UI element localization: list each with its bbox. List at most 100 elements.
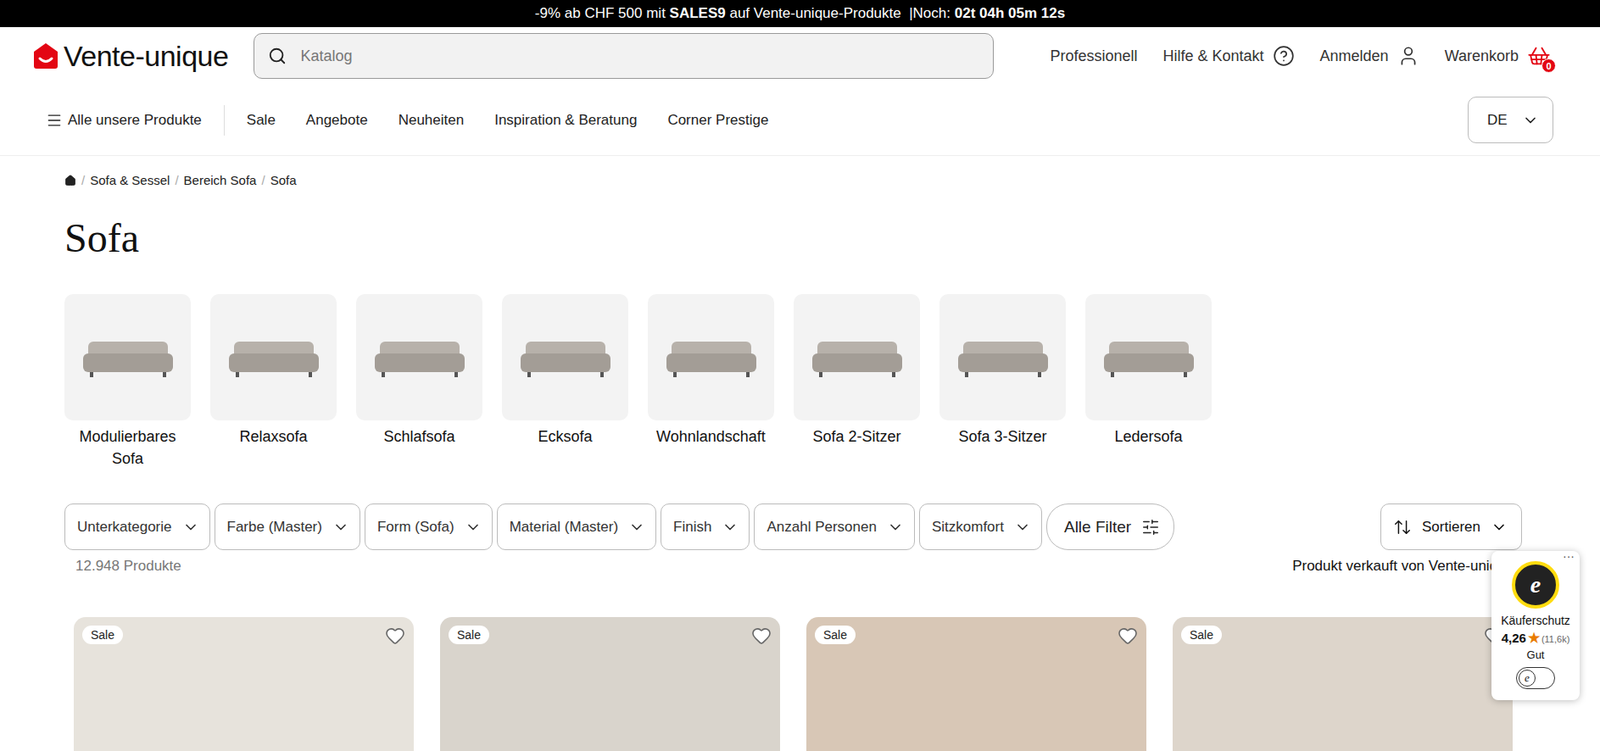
star-icon: ★ bbox=[1527, 629, 1540, 647]
content: /Sofa & Sessel/Bereich Sofa/SofaSofaModu… bbox=[0, 156, 1600, 751]
nav-item[interactable]: Inspiration & Beratung bbox=[494, 111, 637, 129]
category-image bbox=[210, 294, 337, 421]
review-count: (11,6k) bbox=[1541, 634, 1570, 645]
category-tile[interactable]: Ledersofa bbox=[1085, 294, 1212, 470]
filter-button[interactable]: Unterkategorie bbox=[64, 503, 211, 551]
category-image bbox=[64, 294, 191, 421]
home-icon[interactable] bbox=[64, 174, 77, 187]
search-field[interactable]: Katalog bbox=[253, 33, 994, 79]
sofa-image bbox=[664, 336, 759, 380]
filter-button[interactable]: Finish bbox=[660, 503, 750, 551]
trust-toggle[interactable]: e bbox=[1516, 667, 1556, 690]
sort-icon bbox=[1393, 518, 1412, 537]
favorite-button[interactable] bbox=[1117, 625, 1138, 647]
product-count: 12.948 Produkte bbox=[75, 557, 182, 576]
trust-seal-icon: e bbox=[1511, 561, 1560, 609]
product-card[interactable]: Sale bbox=[1172, 617, 1513, 751]
category-label: Wohnlandschaft bbox=[656, 425, 766, 448]
logo[interactable]: Vente-unique bbox=[33, 39, 229, 73]
sliders-icon bbox=[1141, 518, 1160, 537]
page: -9% ab CHF 500 mit SALES9 auf Vente-uniq… bbox=[0, 0, 1600, 751]
all-products-menu[interactable]: Alle unsere Produkte bbox=[45, 105, 225, 136]
search-icon bbox=[267, 46, 287, 66]
header-link[interactable]: Professionell bbox=[1049, 47, 1138, 66]
trust-rating: 4,26★(11,6k) bbox=[1501, 629, 1571, 647]
category-tile[interactable]: Wohnlandschaft bbox=[647, 294, 775, 470]
logo-icon bbox=[33, 42, 59, 70]
filter-button[interactable]: Sitzkomfort bbox=[919, 503, 1043, 551]
breadcrumb-separator: / bbox=[174, 172, 179, 189]
user-icon bbox=[1397, 44, 1420, 67]
breadcrumb-item[interactable]: Bereich Sofa bbox=[183, 172, 257, 189]
chevron-down-icon bbox=[628, 518, 646, 536]
category-tile[interactable]: Schlafsofa bbox=[356, 294, 483, 470]
favorite-button[interactable] bbox=[384, 625, 406, 647]
category-image bbox=[501, 294, 629, 421]
category-list: Modulierbares Sofa Relaxsofa Schlafsofa Eck… bbox=[64, 294, 1522, 470]
breadcrumb-item[interactable]: Sofa bbox=[270, 172, 297, 189]
nav-item[interactable]: Sale bbox=[246, 111, 276, 129]
breadcrumb-item[interactable]: Sofa & Sessel bbox=[89, 172, 170, 189]
product-card[interactable]: Sale bbox=[440, 617, 781, 751]
category-label: Modulierbares Sofa bbox=[64, 425, 191, 470]
chevron-down-icon bbox=[182, 518, 200, 536]
trusted-shops-widget[interactable]: ···eKäuferschutz4,26★(11,6k)Gute bbox=[1491, 551, 1580, 701]
banner-text: auf Vente-unique-Produkte bbox=[725, 5, 906, 23]
nav-item[interactable]: Corner Prestige bbox=[667, 111, 769, 129]
chevron-down-icon bbox=[1521, 111, 1539, 129]
banner-text: 02t 04h 05m 12s bbox=[954, 5, 1065, 23]
banner-text: |Noch: bbox=[904, 5, 954, 23]
header-link[interactable]: Anmelden bbox=[1320, 44, 1420, 67]
category-image bbox=[939, 294, 1066, 421]
sale-badge: Sale bbox=[814, 625, 856, 645]
chevron-down-icon bbox=[1490, 518, 1508, 536]
category-label: Sofa 2-Sitzer bbox=[812, 425, 901, 448]
header-link[interactable]: Warenkorb0 bbox=[1444, 44, 1551, 68]
banner-text: -9% ab CHF 500 mit bbox=[535, 5, 670, 23]
header-link[interactable]: Hilfe & Kontakt bbox=[1163, 44, 1295, 67]
help-icon bbox=[1272, 44, 1295, 67]
nav-item[interactable]: Angebote bbox=[306, 111, 368, 129]
category-tile[interactable]: Modulierbares Sofa bbox=[64, 294, 191, 470]
category-label: Ledersofa bbox=[1114, 425, 1182, 448]
header-links: Professionell Hilfe & Kontakt Anmelden Ware… bbox=[1049, 44, 1551, 68]
breadcrumb: /Sofa & Sessel/Bereich Sofa/Sofa bbox=[64, 156, 1522, 189]
filter-button[interactable]: Farbe (Master) bbox=[214, 503, 361, 551]
widget-menu[interactable]: ··· bbox=[1562, 549, 1575, 564]
sofa-image bbox=[227, 336, 321, 380]
product-grid: SaleSaleSaleSale bbox=[64, 617, 1522, 751]
category-image bbox=[356, 294, 483, 421]
heart-icon bbox=[751, 625, 772, 647]
filter-bar: UnterkategorieFarbe (Master)Form (Sofa)M… bbox=[64, 503, 1522, 551]
category-tile[interactable]: Sofa 3-Sitzer bbox=[939, 294, 1066, 470]
sort-button[interactable]: Sortieren bbox=[1380, 503, 1522, 551]
category-tile[interactable]: Relaxsofa bbox=[210, 294, 337, 470]
sofa-image bbox=[373, 336, 467, 380]
category-image bbox=[793, 294, 920, 421]
seller-note: Produkt verkauft von Vente-unique bbox=[1292, 557, 1514, 576]
all-filters-button[interactable]: Alle Filter bbox=[1046, 503, 1175, 551]
sofa-image bbox=[1102, 336, 1196, 380]
product-card[interactable]: Sale bbox=[806, 617, 1147, 751]
nav-bar: Alle unsere Produkte Sale Angebote Neuheite… bbox=[0, 84, 1600, 157]
category-image bbox=[647, 294, 775, 421]
category-label: Schlafsofa bbox=[383, 425, 455, 448]
breadcrumb-separator: / bbox=[261, 172, 265, 189]
category-tile[interactable]: Ecksofa bbox=[501, 294, 629, 470]
heart-icon bbox=[384, 625, 406, 647]
filter-button[interactable]: Material (Master) bbox=[496, 503, 657, 551]
sale-badge: Sale bbox=[1181, 625, 1222, 645]
chevron-down-icon bbox=[464, 518, 482, 536]
promo-banner: -9% ab CHF 500 mit SALES9 auf Vente-uniq… bbox=[0, 0, 1600, 28]
chevron-down-icon bbox=[886, 518, 904, 536]
sofa-image bbox=[956, 336, 1050, 380]
favorite-button[interactable] bbox=[751, 625, 772, 647]
category-tile[interactable]: Sofa 2-Sitzer bbox=[793, 294, 920, 470]
toggle-knob: e bbox=[1518, 669, 1536, 687]
category-label: Relaxsofa bbox=[239, 425, 307, 448]
product-card[interactable]: Sale bbox=[73, 617, 414, 751]
nav-item[interactable]: Neuheiten bbox=[398, 111, 465, 129]
language-select[interactable]: DE bbox=[1467, 96, 1554, 144]
filter-button[interactable]: Anzahl Personen bbox=[753, 503, 915, 551]
filter-button[interactable]: Form (Sofa) bbox=[364, 503, 493, 551]
